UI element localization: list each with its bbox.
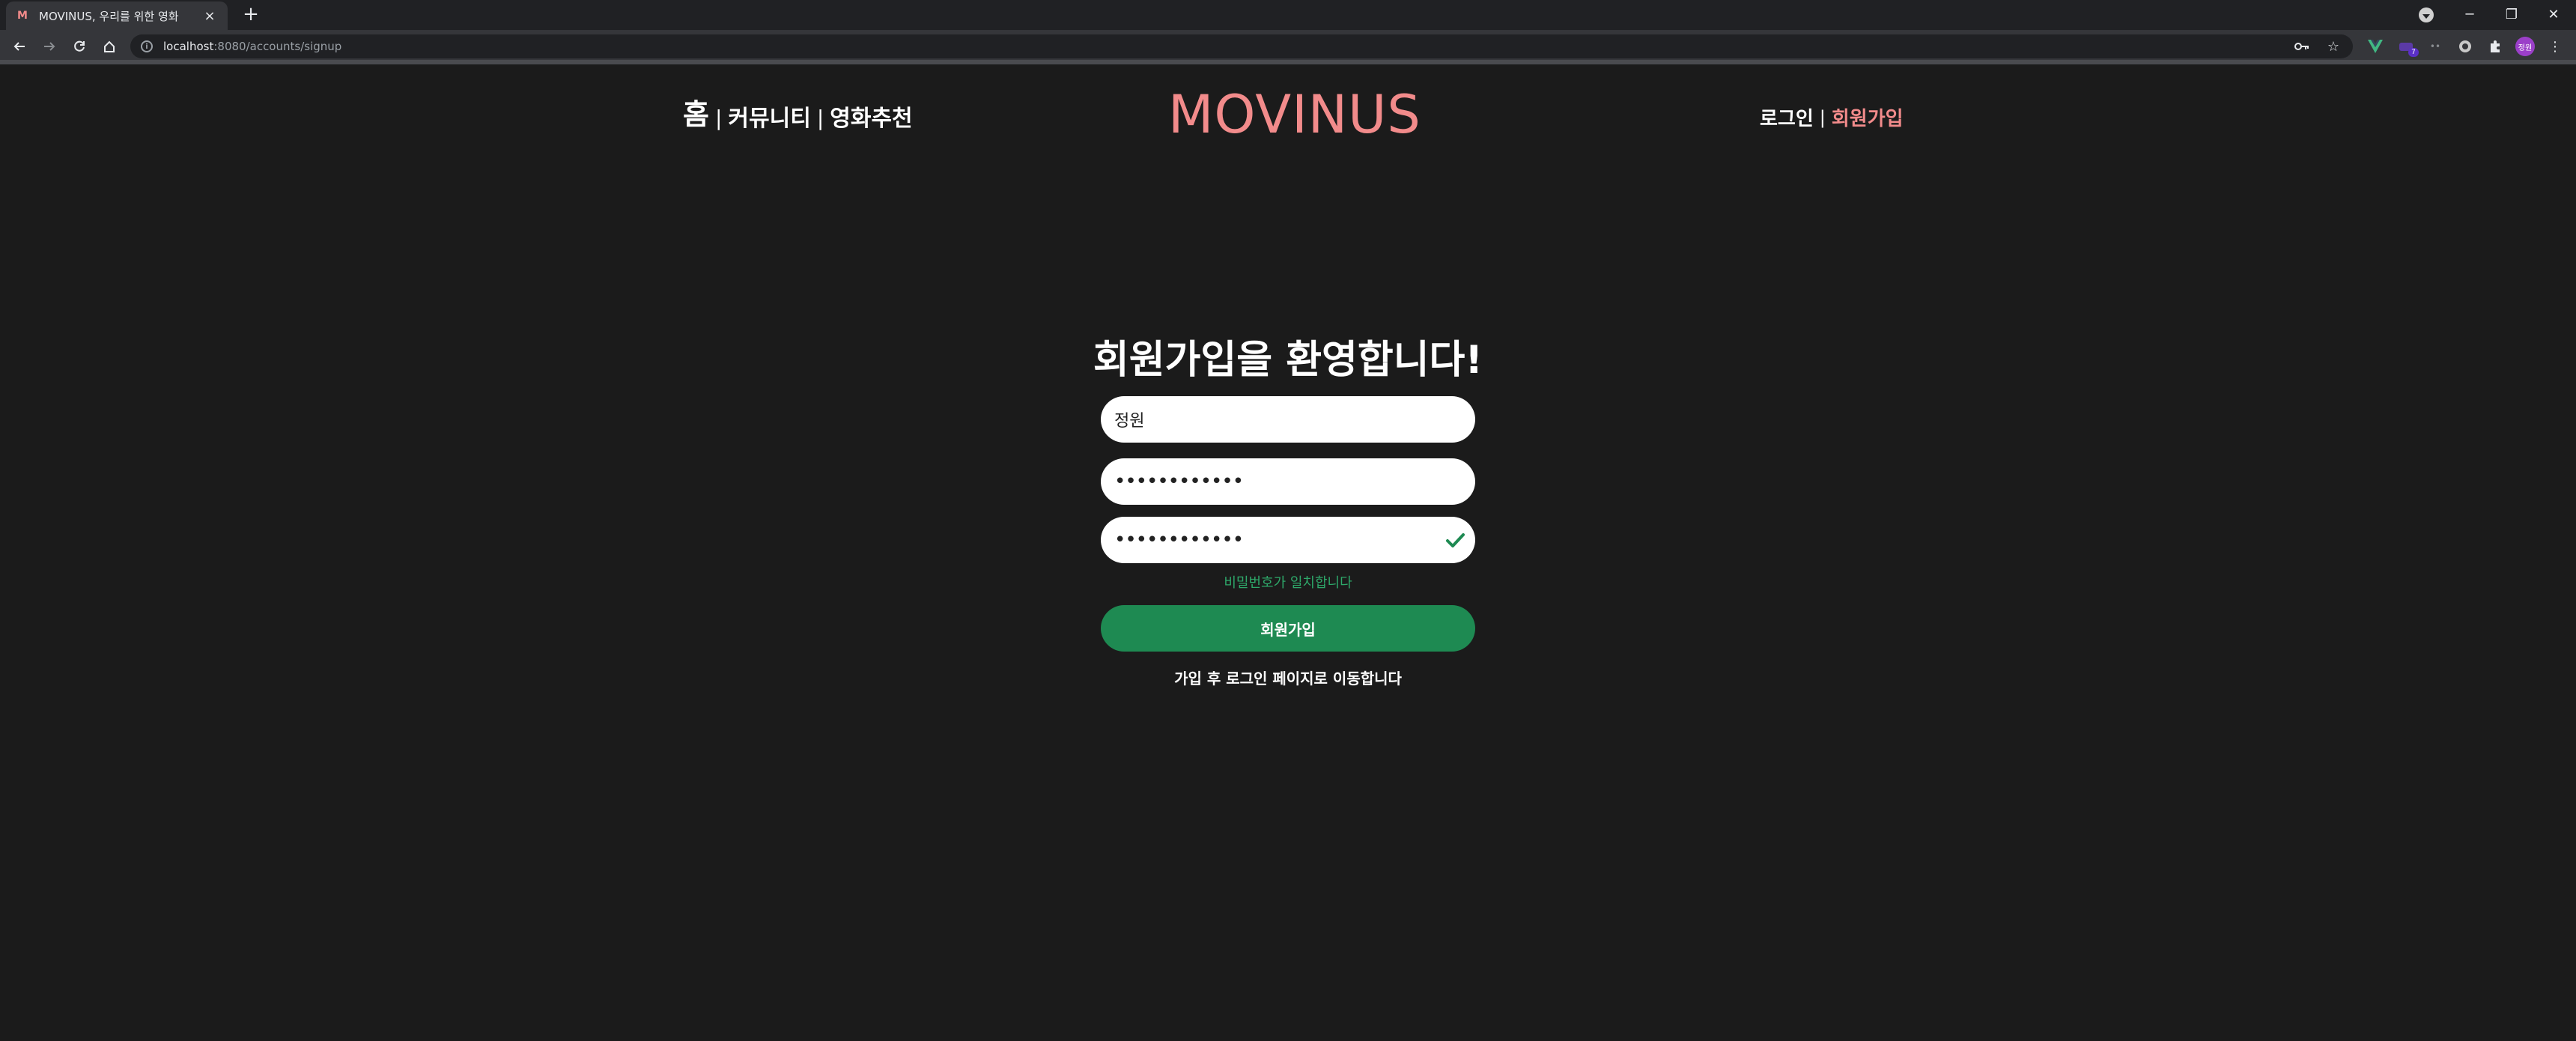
nav-signup-link[interactable]: 회원가입 xyxy=(1832,103,1904,131)
home-button[interactable] xyxy=(97,34,121,58)
redirect-note: 가입 후 로그인 페이지로 이동합니다 xyxy=(1174,670,1402,688)
browser-tab[interactable]: M MOVINUS, 우리를 위한 영화 × xyxy=(6,1,228,30)
username-input[interactable] xyxy=(1101,396,1475,443)
auth-nav: 로그인 | 회원가입 xyxy=(1760,103,1904,131)
page-content: 홈 | 커뮤니티 | 영화추천 MOVINUS 로그인 | 회원가입 회원가입을… xyxy=(0,69,2576,1041)
browser-menu-icon[interactable]: ⋮ xyxy=(2543,34,2567,58)
close-window-button[interactable]: ✕ xyxy=(2539,3,2569,25)
extension-dots-icon[interactable]: •• xyxy=(2423,34,2447,58)
extension-circle-icon[interactable] xyxy=(2453,34,2477,58)
browser-tabstrip: M MOVINUS, 우리를 위한 영화 × + ─ ❐ ✕ xyxy=(0,0,2576,30)
site-info-icon[interactable]: i xyxy=(141,40,153,52)
close-tab-icon[interactable]: × xyxy=(202,8,217,24)
address-bar[interactable]: i localhost:8080/accounts/signup ☆ xyxy=(130,34,2353,58)
new-tab-button[interactable]: + xyxy=(241,4,261,25)
nav-login-link[interactable]: 로그인 xyxy=(1760,103,1814,131)
extensions-puzzle-icon[interactable] xyxy=(2483,34,2507,58)
home-icon xyxy=(104,40,115,52)
password-input[interactable] xyxy=(1101,458,1475,505)
minimize-button[interactable]: ─ xyxy=(2455,3,2485,25)
nav-home-link[interactable]: 홈 xyxy=(683,91,709,133)
reload-button[interactable] xyxy=(67,34,91,58)
restore-button[interactable]: ❐ xyxy=(2497,3,2527,25)
url-path: :8080/accounts/signup xyxy=(213,40,342,53)
back-arrow-icon xyxy=(13,42,25,51)
nav-separator: | xyxy=(714,106,723,130)
password-key-icon[interactable] xyxy=(2293,37,2311,55)
nav-separator: | xyxy=(1819,106,1826,128)
main-nav: 홈 | 커뮤니티 | 영화추천 xyxy=(683,91,913,133)
extension-badge: 7 xyxy=(2408,48,2419,57)
password-confirm-input[interactable] xyxy=(1101,517,1475,563)
extension-puzzle-badge-icon[interactable]: 7 xyxy=(2395,34,2419,58)
browser-toolbar: i localhost:8080/accounts/signup ☆ 7 •• … xyxy=(0,30,2576,64)
signup-title: 회원가입을 환영합니다! xyxy=(1093,338,1483,383)
password-match-message: 비밀번호가 일치합니다 xyxy=(1224,575,1352,591)
forward-button[interactable] xyxy=(37,34,61,58)
bookmark-star-icon[interactable]: ☆ xyxy=(2324,37,2342,55)
forward-arrow-icon xyxy=(44,42,55,51)
nav-recommend-link[interactable]: 영화추천 xyxy=(830,100,912,133)
url-host: localhost xyxy=(163,40,214,53)
check-icon xyxy=(1446,533,1465,547)
reload-icon xyxy=(74,40,85,52)
vue-devtools-icon[interactable] xyxy=(2363,34,2387,58)
tab-title: MOVINUS, 우리를 위한 영화 xyxy=(39,9,179,23)
signup-submit-button[interactable]: 회원가입 xyxy=(1101,605,1475,652)
nav-separator: | xyxy=(816,106,824,130)
movinus-favicon-icon: M xyxy=(17,10,28,22)
site-logo[interactable]: MOVINUS xyxy=(1168,84,1421,145)
profile-avatar[interactable]: 정원 xyxy=(2513,34,2537,58)
tab-search-icon[interactable] xyxy=(2419,7,2434,22)
back-button[interactable] xyxy=(7,34,31,58)
nav-community-link[interactable]: 커뮤니티 xyxy=(728,100,810,133)
